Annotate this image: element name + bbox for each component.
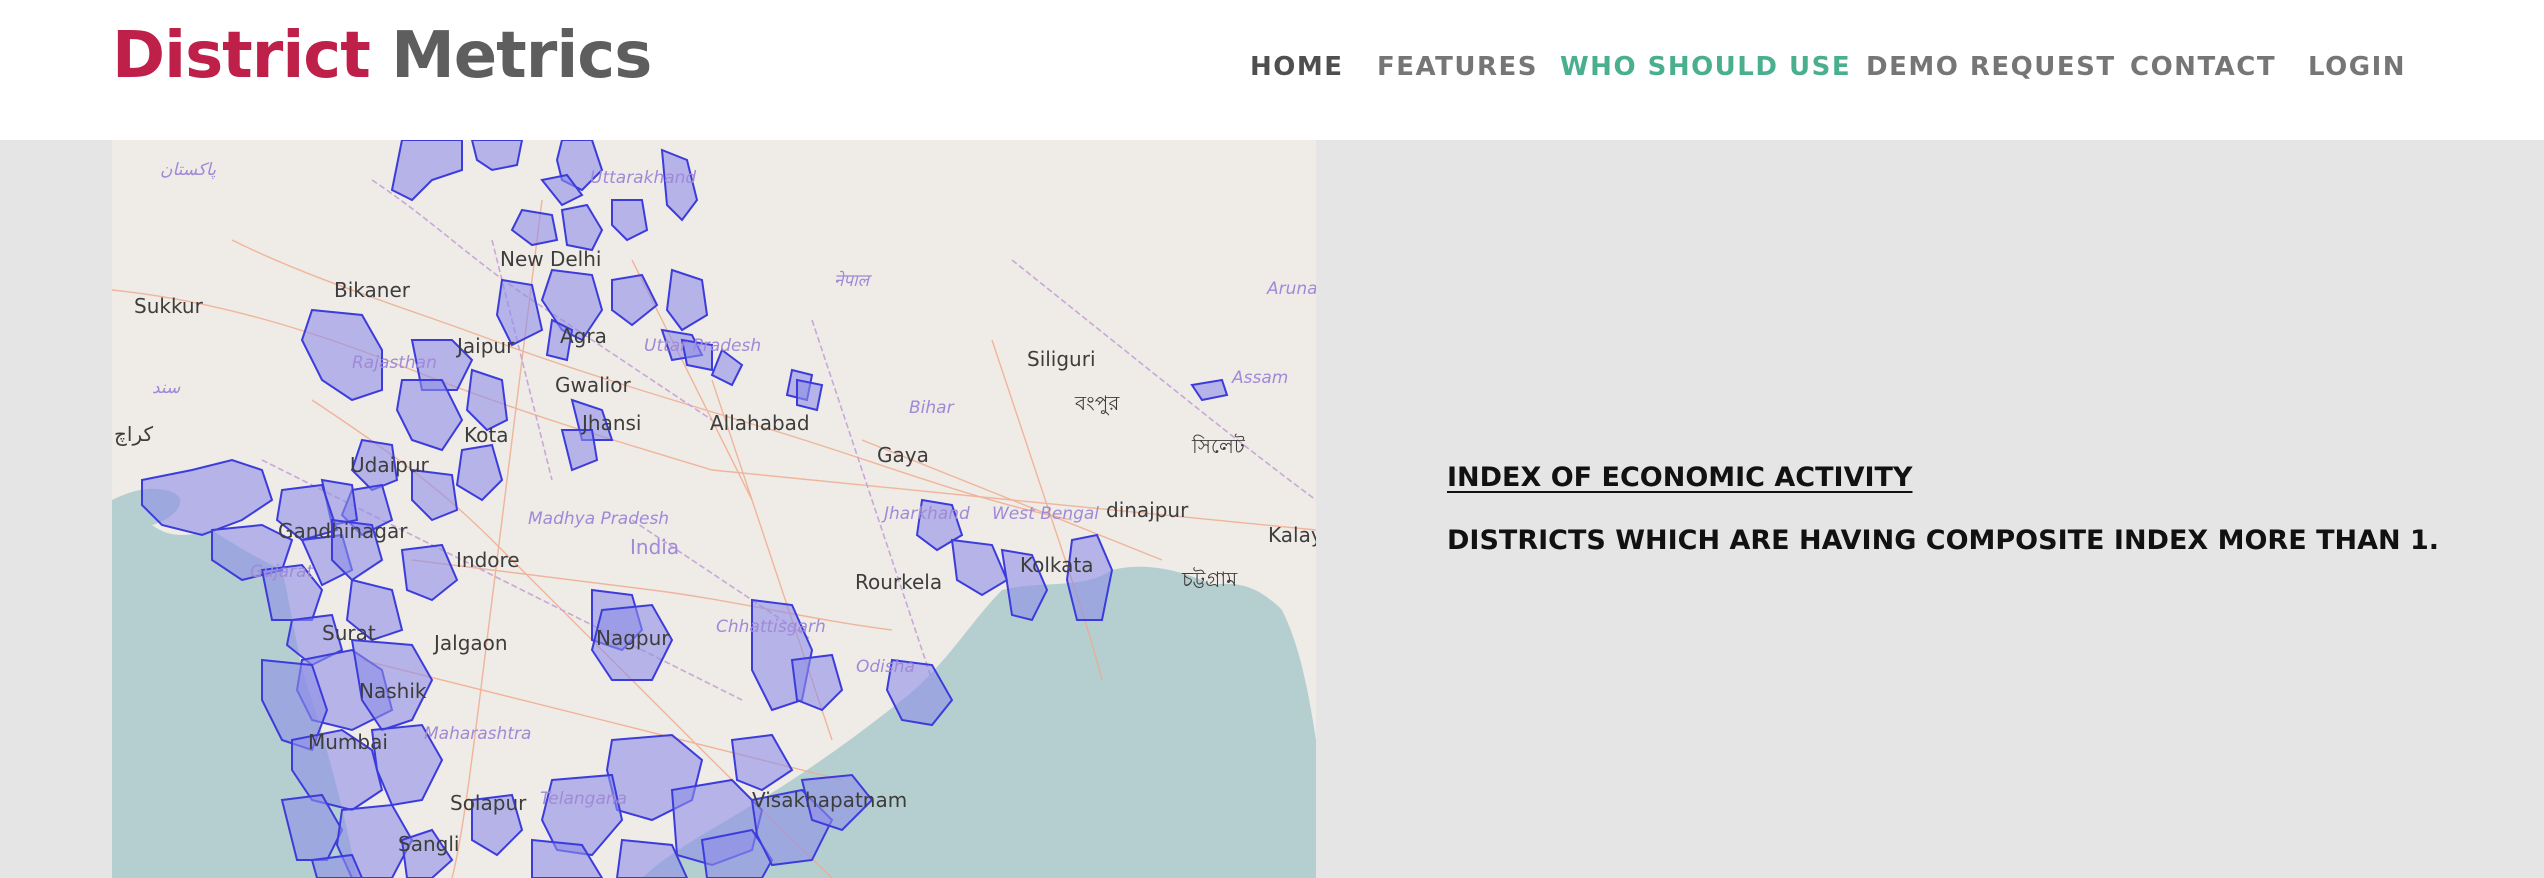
map-label-maharashtra: Maharashtra	[424, 724, 531, 744]
main-nav: HOME FEATURES WHO SHOULD USE DEMO REQUES…	[1220, 50, 2430, 84]
map-label-chittagong-bengali: চট্টগ্রাম	[1181, 567, 1238, 591]
map-label-jhansi: Jhansi	[580, 411, 641, 435]
map-label-karachi-urdu: كراچ	[114, 422, 154, 447]
map-label-bikaner: Bikaner	[334, 278, 411, 302]
map-label-agra: Agra	[560, 324, 607, 348]
map-label-bihar: Bihar	[909, 398, 955, 418]
map-label-kota: Kota	[464, 423, 508, 447]
nav-login[interactable]: LOGIN	[2308, 50, 2406, 84]
map-label-madhya-pradesh: Madhya Pradesh	[528, 509, 669, 529]
index-title: INDEX OF ECONOMIC ACTIVITY	[1447, 462, 1913, 493]
map-label-new-delhi: New Delhi	[500, 247, 601, 271]
map-label-kolkata: Kolkata	[1020, 553, 1094, 577]
site-logo[interactable]: District Metrics	[112, 18, 652, 94]
map-label-indore: Indore	[456, 548, 520, 572]
nav-contact[interactable]: CONTACT	[2130, 50, 2276, 84]
map-label-jalgaon: Jalgaon	[432, 631, 508, 655]
nav-who-should-use[interactable]: WHO SHOULD USE	[1560, 50, 1851, 84]
map-label-gujarat: Gujarat	[250, 562, 314, 582]
map-label-sangli: Sangli	[398, 832, 459, 856]
map-label-sukkur: Sukkur	[134, 294, 204, 318]
chart-description: INDEX OF ECONOMIC ACTIVITY DISTRICTS WHI…	[1447, 462, 2447, 556]
map-label-chhattisgarh: Chhattisgarh	[716, 617, 826, 637]
map-label-aruna: Aruna	[1266, 279, 1316, 299]
map-label-rangpur-bengali: বংপুর	[1074, 391, 1120, 415]
map-label-telangana: Telangana	[540, 789, 627, 809]
map-label-uttarakhand: Uttarakhand	[590, 168, 696, 188]
map-label-gaya: Gaya	[877, 443, 929, 467]
map-label-gwalior: Gwalior	[555, 373, 631, 397]
nav-home[interactable]: HOME	[1250, 50, 1344, 84]
nav-features[interactable]: FEATURES	[1377, 50, 1538, 84]
index-description: DISTRICTS WHICH ARE HAVING COMPOSITE IND…	[1447, 525, 2440, 556]
map-label-jharkhand: Jharkhand	[881, 504, 970, 524]
map-label-udaipur: Udaipur	[350, 453, 430, 477]
map-label-jaipur: Jaipur	[455, 334, 515, 358]
map-label-uttar-pradesh: Uttar Pradesh	[644, 336, 761, 356]
map-label-west-bengal: West Bengal	[992, 504, 1099, 524]
map-label-sindh-urdu: سند	[152, 378, 181, 398]
main-section: New Delhi Bikaner Sukkur Jaipur Agra Gwa…	[0, 140, 2544, 878]
map-label-sylhet-bengali: সিলেট	[1191, 434, 1246, 458]
map-label-india: India	[630, 535, 679, 559]
map-label-nagpur: Nagpur	[596, 626, 670, 650]
map-label-gandhinagar: Gandhinagar	[278, 519, 408, 543]
map-label-rajasthan: Rajasthan	[352, 353, 437, 373]
map-label-nepal-hindi: नेपाल	[834, 270, 872, 291]
logo-word-metrics: Metrics	[391, 19, 652, 93]
map-canvas: New Delhi Bikaner Sukkur Jaipur Agra Gwa…	[112, 140, 1316, 878]
map-label-surat: Surat	[322, 621, 376, 645]
map-label-visakhapatnam: Visakhapatnam	[752, 788, 907, 812]
map-label-assam: Assam	[1231, 368, 1288, 388]
nav-demo-request[interactable]: DEMO REQUEST	[1866, 50, 2116, 84]
india-district-map[interactable]: New Delhi Bikaner Sukkur Jaipur Agra Gwa…	[112, 140, 1316, 878]
map-label-siliguri: Siliguri	[1027, 347, 1096, 371]
logo-word-district: District	[112, 19, 371, 93]
map-label-mumbai: Mumbai	[308, 730, 388, 754]
map-label-odisha: Odisha	[856, 657, 915, 677]
site-header: District Metrics HOME FEATURES WHO SHOUL…	[0, 0, 2544, 140]
map-label-nashik: Nashik	[359, 679, 427, 703]
map-label-rourkela: Rourkela	[855, 570, 942, 594]
map-label-dinajpur: dinajpur	[1106, 498, 1189, 522]
map-label-allahabad: Allahabad	[710, 411, 810, 435]
map-label-solapur: Solapur	[450, 791, 527, 815]
map-label-kalay: Kalay	[1268, 523, 1316, 547]
map-label-pakistan-urdu: پاکستان	[160, 160, 216, 180]
